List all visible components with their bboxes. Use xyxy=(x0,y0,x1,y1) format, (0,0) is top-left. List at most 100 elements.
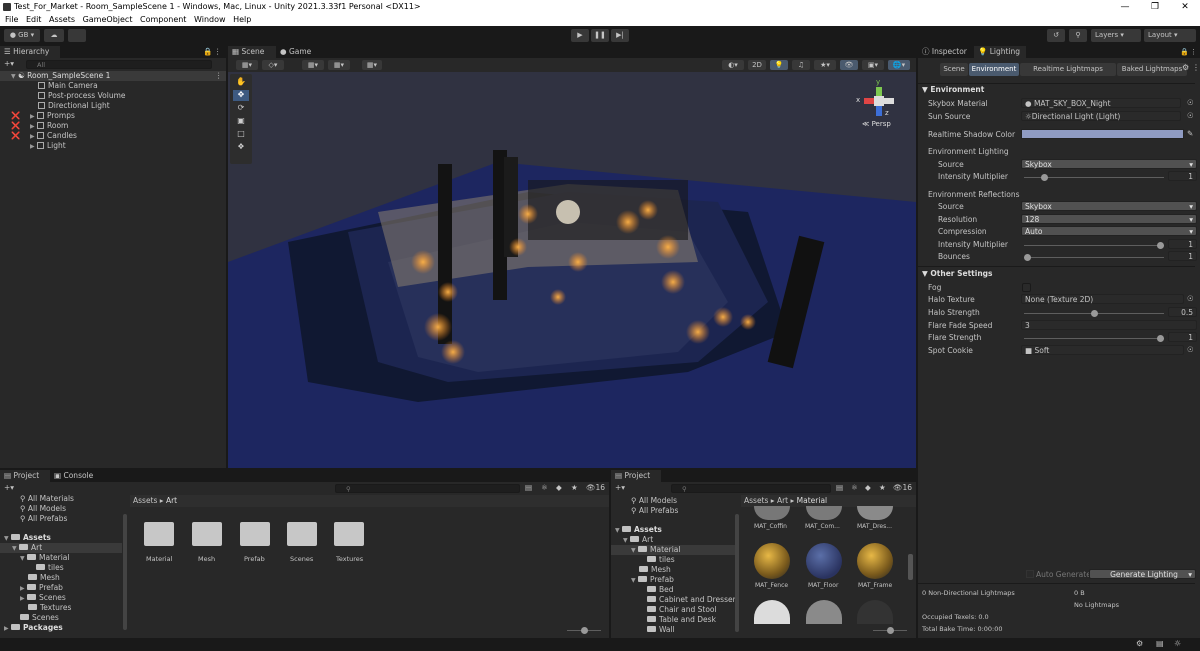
close-icon[interactable]: ✕ xyxy=(1170,0,1200,14)
folder-item[interactable]: ▼ Material xyxy=(20,553,69,563)
hierarchy-item[interactable]: Directional Light xyxy=(38,101,110,111)
folder-icon[interactable] xyxy=(144,522,174,546)
folder-item[interactable]: ▶ Prefab xyxy=(20,583,63,593)
grid-button[interactable]: ▦▾ xyxy=(302,60,324,70)
visibility-icon[interactable]: ❌ xyxy=(11,111,20,121)
rotate-tool-icon[interactable]: ⟳ xyxy=(233,103,249,114)
scene-viewport[interactable]: ✋ ✥ ⟳ ▣ □ ❖ y x z ≪ Persp xyxy=(228,72,916,468)
grid-scrollbar[interactable] xyxy=(908,554,913,580)
material-thumbnail[interactable] xyxy=(857,506,893,520)
project-search[interactable]: ⚲ xyxy=(671,484,831,493)
filter-type-icon[interactable]: ▤ xyxy=(525,483,532,493)
folder-item[interactable]: tiles xyxy=(647,555,675,565)
rect-tool-icon[interactable]: □ xyxy=(233,129,249,140)
tree-scrollbar[interactable] xyxy=(735,514,739,632)
tab-project[interactable]: ▤ Project xyxy=(611,470,661,482)
material-thumbnail[interactable] xyxy=(806,506,842,520)
folder-item[interactable]: ▼ Art xyxy=(623,535,653,545)
step-button[interactable]: ▶| xyxy=(611,29,629,42)
hierarchy-item[interactable]: ▶ Light xyxy=(30,141,66,151)
material-thumbnail[interactable] xyxy=(754,600,790,624)
favorite-icon[interactable]: ★ xyxy=(571,483,578,493)
object-picker-icon[interactable]: ☉ xyxy=(1187,98,1194,107)
visibility-count[interactable]: 👁16 xyxy=(893,483,912,493)
lock-icon[interactable]: 🔒 xyxy=(1180,48,1189,56)
subtab-realtime-lightmaps[interactable]: Realtime Lightmaps xyxy=(1020,63,1116,76)
hierarchy-item[interactable]: ▶ Room xyxy=(30,121,68,131)
spot-cookie-field[interactable]: ■ Soft xyxy=(1021,345,1184,355)
flare-strength-slider[interactable] xyxy=(1024,335,1164,342)
folder-item[interactable]: Textures xyxy=(28,603,71,613)
project-search[interactable]: ⚲ xyxy=(335,484,520,493)
breadcrumb-assets[interactable]: Assets ▸ Art xyxy=(133,496,177,506)
material-thumbnail[interactable] xyxy=(806,543,842,579)
pause-button[interactable]: ❚❚ xyxy=(591,29,609,42)
er-compression-dropdown[interactable]: Auto ▾ xyxy=(1021,226,1197,236)
favorite-item[interactable]: ⚲ All Prefabs xyxy=(631,506,678,516)
material-thumbnail[interactable] xyxy=(857,543,893,579)
folder-item[interactable]: Mesh xyxy=(639,565,671,575)
lighting-status-icon[interactable]: ☼ xyxy=(1174,639,1181,648)
account-button[interactable]: ● GB ▾ xyxy=(4,29,40,42)
slider-knob[interactable] xyxy=(581,627,588,634)
slider-knob[interactable] xyxy=(887,627,894,634)
assets-root[interactable]: ▼ Assets xyxy=(615,525,662,535)
folder-icon[interactable] xyxy=(334,522,364,546)
slider-knob[interactable] xyxy=(1157,242,1164,249)
tab-hierarchy[interactable]: ☰ Hierarchy xyxy=(0,46,60,58)
generate-lighting-button[interactable]: Generate Lighting ▾ xyxy=(1089,569,1196,579)
snap-button[interactable]: ▦▾ xyxy=(328,60,350,70)
halo-strength-value[interactable]: 0.5 xyxy=(1168,307,1197,317)
filter-label-icon[interactable]: ⚛ xyxy=(851,483,858,493)
layers-dropdown[interactable]: Layers ▾ xyxy=(1091,29,1141,42)
favorite-item[interactable]: ⚲ All Models xyxy=(20,504,66,514)
cloud-icon[interactable]: ☁ xyxy=(44,29,64,42)
tab-lighting[interactable]: 💡 Lighting xyxy=(974,46,1026,58)
material-thumbnail[interactable] xyxy=(754,543,790,579)
favorite-icon[interactable]: ★ xyxy=(879,483,886,493)
history-icon[interactable]: ↺ xyxy=(1047,29,1065,42)
folder-icon[interactable] xyxy=(287,522,317,546)
eyedropper-icon[interactable]: ✎ xyxy=(1187,129,1193,138)
hierarchy-item[interactable]: ▶ Promps xyxy=(30,111,75,121)
2d-button[interactable]: 2D xyxy=(748,60,766,70)
slider-knob[interactable] xyxy=(1040,174,1048,181)
slider-knob[interactable] xyxy=(1024,254,1031,261)
menu-component[interactable]: Component xyxy=(140,14,186,26)
persp-label[interactable]: ≪ Persp xyxy=(862,120,891,128)
folder-icon[interactable] xyxy=(240,522,270,546)
create-button[interactable]: +▾ xyxy=(615,483,625,493)
menu-file[interactable]: File xyxy=(5,14,18,26)
menu-edit[interactable]: Edit xyxy=(26,14,42,26)
material-thumbnail[interactable] xyxy=(857,600,893,624)
visibility-icon[interactable]: ❌ xyxy=(11,131,20,141)
er-intensity-slider[interactable] xyxy=(1024,242,1164,249)
scene-more-icon[interactable]: ⋮ xyxy=(215,71,223,81)
fog-checkbox[interactable] xyxy=(1022,283,1031,292)
tab-console[interactable]: ▣ Console xyxy=(50,470,100,482)
settings-icon[interactable]: ⚙ xyxy=(1182,63,1189,72)
er-source-dropdown[interactable]: Skybox ▾ xyxy=(1021,201,1197,211)
folder-item[interactable]: ▼ Prefab xyxy=(631,575,674,585)
menu-help[interactable]: Help xyxy=(233,14,251,26)
halo-texture-field[interactable]: None (Texture 2D) xyxy=(1021,294,1184,304)
auto-generate-checkbox[interactable] xyxy=(1026,570,1034,578)
tab-scene[interactable]: ▦ Scene xyxy=(228,46,276,58)
tab-inspector[interactable]: ⓘ Inspector xyxy=(918,46,974,58)
folder-item[interactable]: ▶ Scenes xyxy=(20,593,66,603)
tree-scrollbar[interactable] xyxy=(123,514,127,630)
material-thumbnail[interactable] xyxy=(754,506,790,520)
subtab-environment[interactable]: Environment xyxy=(969,63,1019,76)
er-bounces-value[interactable]: 1 xyxy=(1168,251,1197,261)
material-thumbnail[interactable] xyxy=(806,600,842,624)
section-other-settings[interactable]: ▼ Other Settings xyxy=(922,269,993,278)
folder-item[interactable]: Bed xyxy=(647,585,674,595)
slider-knob[interactable] xyxy=(1157,335,1164,342)
folder-item[interactable]: ▼ Art xyxy=(0,543,122,553)
render-mode-button[interactable]: ◇▾ xyxy=(262,60,284,70)
create-button[interactable]: +▾ xyxy=(4,483,14,493)
visibility-count[interactable]: 👁16 xyxy=(586,483,605,493)
tab-project[interactable]: ▤ Project xyxy=(0,470,50,482)
hidden-objects-icon[interactable]: 👁 xyxy=(840,60,858,70)
er-bounces-slider[interactable] xyxy=(1024,254,1164,261)
